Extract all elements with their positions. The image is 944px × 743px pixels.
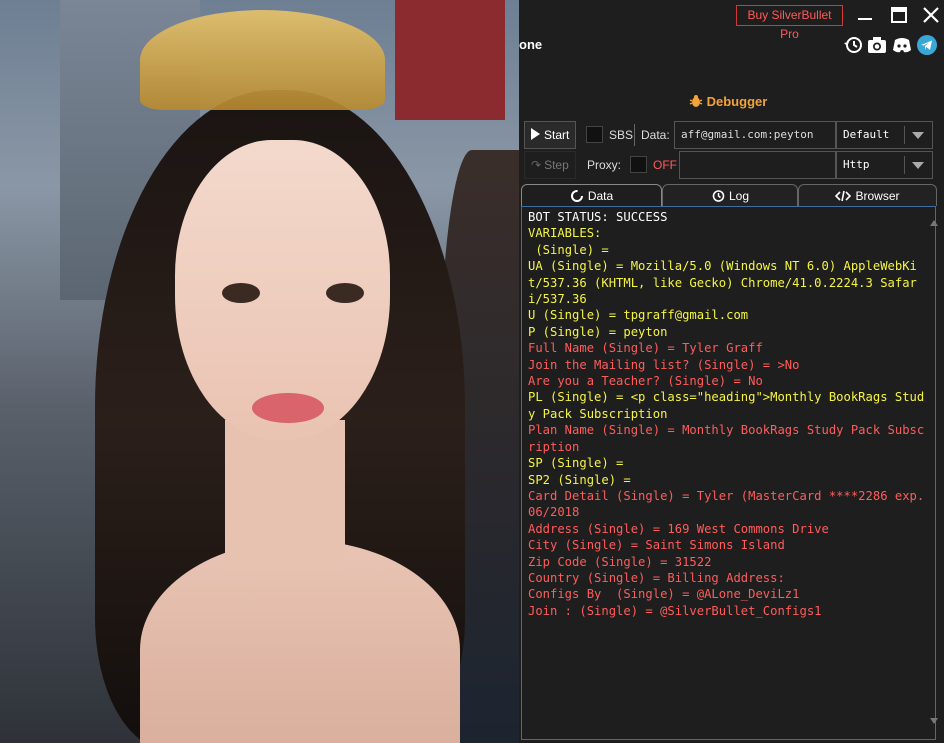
maximize-icon[interactable] (888, 4, 910, 26)
proxy-label: Proxy: (587, 158, 622, 172)
data-input[interactable]: aff@gmail.com:peyton (674, 121, 836, 149)
select-separator (904, 126, 905, 144)
output-line: Card Detail (Single) = Tyler (MasterCard… (528, 488, 932, 520)
bug-icon (689, 94, 703, 111)
tab-data-label: Data (587, 189, 614, 203)
scroll-down-icon[interactable] (930, 718, 938, 724)
tab-data[interactable]: Data (521, 184, 662, 206)
output-line: SP (Single) = (528, 456, 624, 471)
output-line: Join : (Single) = @SilverBullet_Configs1 (528, 603, 822, 618)
output-line: Plan Name (Single) = Monthly BookRags St… (528, 423, 925, 454)
photo-lips (252, 393, 324, 423)
photo-tiara (140, 10, 385, 110)
proxy-type-select[interactable]: Http (836, 151, 933, 179)
background-photo (0, 0, 519, 743)
chevron-down-icon (912, 162, 924, 169)
output-line: City (Single) = Saint Simons Island (528, 538, 785, 553)
step-button[interactable]: ↷ Step (524, 151, 576, 179)
tab-browser[interactable]: Browser (798, 184, 937, 206)
output-line: Full Name (Single) = Tyler Graff (528, 341, 763, 356)
tab-log[interactable]: Log (662, 184, 798, 206)
chevron-down-icon (912, 132, 924, 139)
output-line: PL (Single) = <p class="heading">Monthly… (528, 390, 925, 421)
output-line: VARIABLES: (528, 226, 602, 241)
output-line: Zip Code (Single) = 31522 (528, 554, 712, 569)
proxy-input[interactable] (679, 151, 836, 179)
photo-eye-right (326, 283, 364, 303)
proxy-toggle[interactable] (630, 156, 647, 173)
scroll-up-icon[interactable] (930, 220, 938, 226)
close-icon[interactable] (920, 4, 942, 26)
history-icon[interactable] (842, 34, 864, 56)
data-label: Data: (641, 128, 670, 142)
output-line: SP2 (Single) = (528, 472, 631, 487)
step-label: Step (544, 158, 569, 172)
divider (634, 124, 635, 146)
output-line: Are you a Teacher? (Single) = No (528, 374, 763, 389)
play-icon (531, 128, 540, 140)
debugger-label: Debugger (706, 94, 768, 109)
tab-log-label: Log (728, 189, 750, 203)
camera-icon[interactable] (866, 34, 888, 56)
start-label: Start (544, 128, 570, 142)
buy-pro-button[interactable]: Buy SilverBullet Pro (736, 5, 843, 41)
proxy-status: OFF (653, 158, 677, 172)
output-line: Configs By (Single) = @ALone_DeviLz1 (528, 587, 800, 602)
output-line: P (Single) = peyton (528, 324, 668, 339)
silverbullet-app: Buy SilverBullet Pro one Debugger Start … (519, 0, 944, 743)
sbs-checkbox[interactable] (586, 126, 603, 143)
debugger-title: Debugger (689, 94, 767, 111)
telegram-icon[interactable] (916, 34, 938, 56)
debugger-output[interactable]: BOT STATUS: SUCCESS VARIABLES: (Single) =… (521, 206, 936, 740)
output-line: UA (Single) = Mozilla/5.0 (Windows NT 6.… (528, 259, 917, 307)
minimize-icon[interactable] (854, 4, 876, 26)
sbs-label: SBS (609, 128, 634, 142)
tab-browser-label: Browser (855, 189, 900, 203)
output-line: U (Single) = tpgraff@gmail.com (528, 308, 749, 323)
output-line: (Single) = (528, 242, 609, 257)
photo-neck (225, 420, 345, 570)
start-button[interactable]: Start (524, 121, 576, 149)
select-separator (904, 156, 905, 174)
config-select[interactable]: Default (836, 121, 933, 149)
window-title: one (519, 37, 543, 52)
output-line: Address (Single) = 169 West Commons Driv… (528, 521, 829, 536)
output-line: Join the Mailing list? (Single) = >No (528, 357, 800, 372)
config-select-value: Default (843, 128, 890, 141)
output-line: BOT STATUS: SUCCESS (528, 210, 668, 224)
background-sign (395, 0, 505, 120)
step-icon: ↷ (531, 158, 542, 172)
photo-eye-left (222, 283, 260, 303)
output-line: Country (Single) = Billing Address: (528, 570, 785, 585)
proxy-type-value: Http (843, 158, 870, 171)
discord-icon[interactable] (891, 34, 913, 56)
